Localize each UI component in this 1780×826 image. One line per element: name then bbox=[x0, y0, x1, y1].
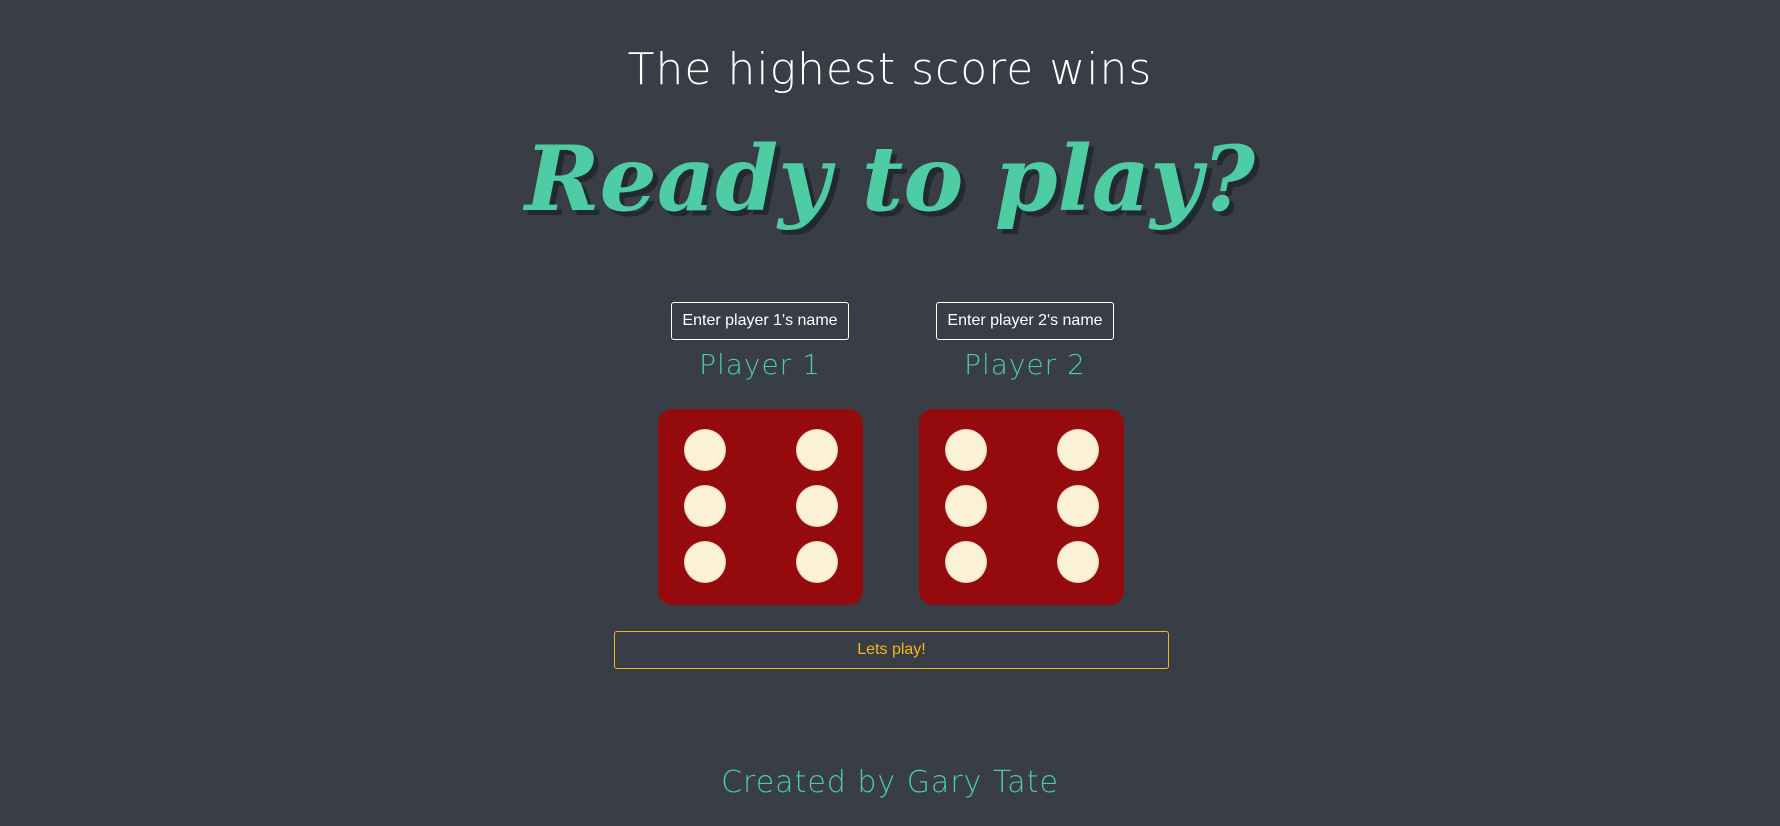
dice-pip bbox=[945, 541, 987, 583]
player-2-dice bbox=[919, 409, 1124, 605]
dice-pip bbox=[684, 541, 726, 583]
subtitle: The highest score wins bbox=[627, 44, 1153, 95]
player-1-label: Player 1 bbox=[699, 348, 821, 381]
dice-pip bbox=[796, 429, 838, 471]
dice-pip bbox=[684, 429, 726, 471]
dice-pip bbox=[1057, 541, 1099, 583]
player-2-name-input[interactable] bbox=[936, 302, 1114, 340]
player-1-name-input[interactable] bbox=[671, 302, 849, 340]
dice-pip bbox=[796, 541, 838, 583]
player-2-panel: Player 2 bbox=[920, 302, 1130, 381]
lets-play-button[interactable]: Lets play! bbox=[614, 631, 1169, 669]
dice-pip bbox=[945, 485, 987, 527]
player-1-dice bbox=[658, 409, 863, 605]
dice-pip bbox=[796, 485, 838, 527]
dice-pip bbox=[1057, 485, 1099, 527]
page-title: Ready to play? bbox=[524, 126, 1256, 232]
player-1-panel: Player 1 bbox=[655, 302, 865, 381]
dice-pip bbox=[945, 429, 987, 471]
dice-pip bbox=[684, 485, 726, 527]
dice-pip bbox=[1057, 429, 1099, 471]
footer-credit: Created by Gary Tate bbox=[721, 765, 1059, 800]
player-2-label: Player 2 bbox=[964, 348, 1086, 381]
